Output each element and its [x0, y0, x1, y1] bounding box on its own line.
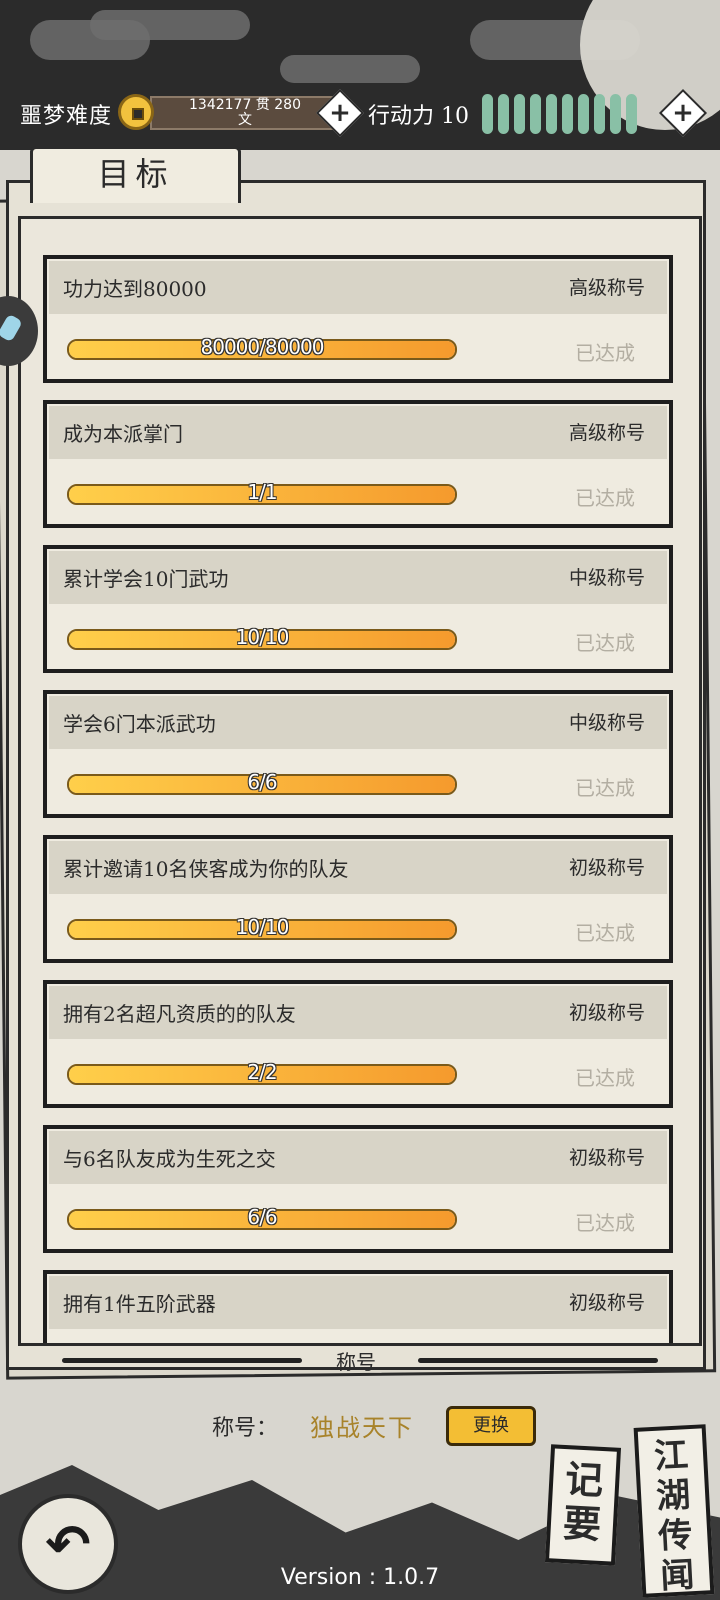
action-point-pip: [530, 94, 541, 134]
goal-status: 已达成: [575, 631, 635, 655]
change-title-button[interactable]: 更换: [446, 1406, 536, 1446]
money-amount: 1342177 贯 280: [189, 97, 301, 113]
rumors-char: 闻: [659, 1555, 696, 1597]
notes-char: 记: [564, 1456, 605, 1503]
rumors-char: 江: [653, 1435, 690, 1477]
goal-progress-text: 10/10: [235, 625, 290, 649]
goal-card[interactable]: 功力达到80000 高级称号 80000/80000 已达成: [43, 255, 673, 383]
goal-progress-text: 10/10: [235, 915, 290, 939]
rumors-char: 湖: [655, 1475, 692, 1517]
goal-rank: 高级称号: [568, 422, 645, 444]
coin-icon: [118, 94, 154, 130]
plus-icon: +: [672, 98, 694, 128]
rumors-char: 传: [657, 1515, 694, 1557]
goal-title: 与6名队友成为生死之交: [63, 1147, 276, 1171]
rumors-button[interactable]: 江 湖 传 闻: [633, 1424, 715, 1598]
action-point-pip: [578, 94, 589, 134]
goal-title: 累计邀请10名侠客成为你的队友: [63, 857, 349, 881]
goal-card[interactable]: 拥有1件五阶武器 初级称号: [43, 1270, 673, 1343]
goal-progress-text: 2/2: [247, 1060, 277, 1084]
action-point-pip: [610, 94, 621, 134]
goal-progress-text: 1/1: [247, 480, 277, 504]
goal-title: 学会6门本派武功: [63, 712, 216, 736]
action-point-pip: [594, 94, 605, 134]
action-points-label: 行动力 10: [368, 104, 469, 129]
plus-icon: +: [329, 98, 351, 128]
money-unit: 文: [238, 112, 252, 128]
action-point-pip: [514, 94, 525, 134]
goal-progress-text: 80000/80000: [200, 335, 325, 359]
goal-title: 成为本派掌门: [63, 422, 183, 446]
goal-rank: 初级称号: [568, 1292, 645, 1314]
goal-card[interactable]: 成为本派掌门 高级称号 1/1 已达成: [43, 400, 673, 528]
title-label: 称号：: [212, 1416, 279, 1441]
top-bar: 噩梦难度 1342177 贯 280 文 + 行动力 10 +: [0, 0, 720, 150]
action-points-bar: [482, 94, 637, 134]
divider: [418, 1358, 658, 1363]
goal-status: 已达成: [575, 1066, 635, 1090]
goal-rank: 中级称号: [568, 712, 645, 734]
goal-card[interactable]: 拥有2名超凡资质的的队友 初级称号 2/2 已达成: [43, 980, 673, 1108]
goal-rank: 中级称号: [568, 567, 645, 589]
money-display: 1342177 贯 280 文: [150, 96, 340, 130]
title-section-heading: 称号: [336, 1350, 376, 1374]
divider: [62, 1358, 302, 1363]
goal-status: 已达成: [575, 1211, 635, 1235]
goals-panel: 功力达到80000 高级称号 80000/80000 已达成 成为本派掌门 高级…: [18, 216, 702, 1346]
goal-progress-text: 6/6: [247, 1205, 277, 1229]
goal-title: 功力达到80000: [63, 277, 207, 301]
goal-status: 已达成: [575, 921, 635, 945]
goal-title: 累计学会10门武功: [63, 567, 229, 591]
action-point-pip: [562, 94, 573, 134]
action-point-pip: [626, 94, 637, 134]
goal-title: 拥有1件五阶武器: [63, 1292, 216, 1316]
goal-status: 已达成: [575, 486, 635, 510]
notes-char: 要: [561, 1500, 603, 1547]
goal-progress-text: 6/6: [247, 770, 277, 794]
goal-card[interactable]: 学会6门本派武功 中级称号 6/6 已达成: [43, 690, 673, 818]
goal-rank: 初级称号: [568, 857, 645, 879]
goal-rank: 高级称号: [568, 277, 645, 299]
goal-card[interactable]: 累计邀请10名侠客成为你的队友 初级称号 10/10 已达成: [43, 835, 673, 963]
cloud-decoration: [280, 55, 420, 83]
goal-list[interactable]: 功力达到80000 高级称号 80000/80000 已达成 成为本派掌门 高级…: [43, 255, 673, 1343]
goal-rank: 初级称号: [568, 1002, 645, 1024]
notes-button[interactable]: 记 要: [544, 1444, 622, 1566]
goal-card[interactable]: 累计学会10门武功 中级称号 10/10 已达成: [43, 545, 673, 673]
difficulty-label: 噩梦难度: [20, 104, 113, 129]
version-label: Version : 1.0.7: [280, 1565, 440, 1590]
cloud-decoration: [90, 10, 250, 40]
goal-title: 拥有2名超凡资质的的队友: [63, 1002, 296, 1026]
goal-card[interactable]: 与6名队友成为生死之交 初级称号 6/6 已达成: [43, 1125, 673, 1253]
goal-status: 已达成: [575, 776, 635, 800]
action-point-pip: [482, 94, 493, 134]
goal-status: 已达成: [575, 341, 635, 365]
action-point-pip: [498, 94, 509, 134]
current-title: 独战天下: [310, 1414, 414, 1442]
goal-rank: 初级称号: [568, 1147, 645, 1169]
tab-goals[interactable]: 目标: [30, 146, 241, 203]
action-point-pip: [546, 94, 557, 134]
